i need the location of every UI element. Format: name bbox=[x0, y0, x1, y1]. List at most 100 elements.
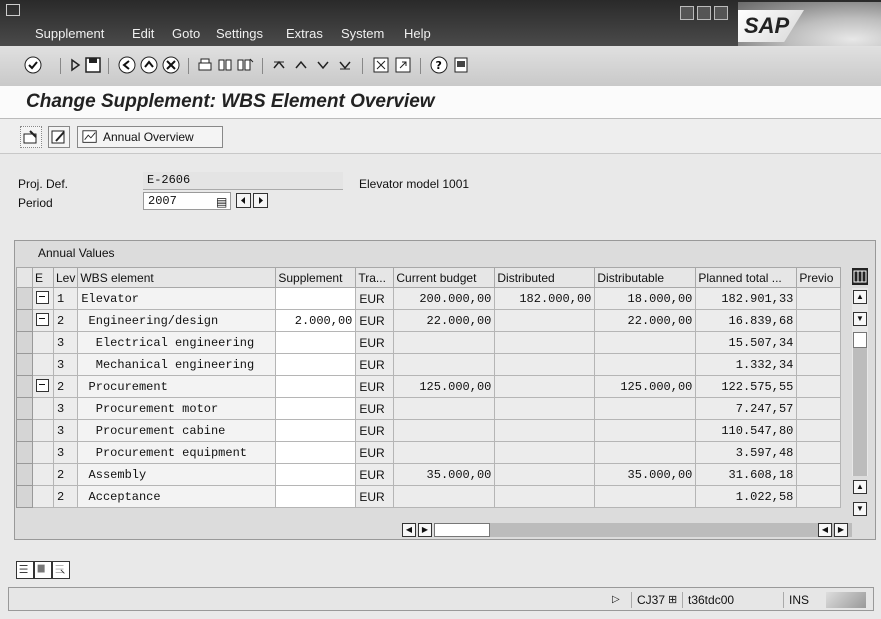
menu-help[interactable]: Help bbox=[404, 26, 431, 41]
cancel-icon[interactable] bbox=[162, 56, 180, 74]
supplement-input[interactable] bbox=[275, 463, 357, 486]
table-row[interactable]: 2 Engineering/design 2.000,00 EUR 22.000,00… bbox=[16, 309, 842, 332]
last-page-icon[interactable] bbox=[336, 56, 354, 74]
collapse-node-icon[interactable] bbox=[36, 312, 49, 326]
col-scroll-left-icon[interactable]: ◀ bbox=[818, 523, 832, 537]
table-row[interactable]: 3 Mechanical engineering EUR 1.332,34 bbox=[16, 353, 842, 376]
row-selector[interactable] bbox=[16, 287, 33, 310]
enter-check-icon[interactable] bbox=[24, 56, 42, 74]
table-row[interactable]: 2 Procurement EUR 125.000,00 125.000,00 122.… bbox=[16, 375, 842, 398]
menu-settings[interactable]: Settings bbox=[216, 26, 263, 41]
create-session-icon[interactable] bbox=[372, 56, 390, 74]
supplement-input[interactable] bbox=[275, 397, 357, 420]
deselect-all-icon[interactable] bbox=[52, 561, 70, 579]
column-header[interactable]: Tra... bbox=[355, 267, 395, 288]
menu-goto[interactable]: Goto bbox=[172, 26, 200, 41]
scroll-track[interactable] bbox=[853, 348, 867, 476]
row-selector[interactable] bbox=[16, 309, 33, 332]
exception-cell[interactable] bbox=[32, 353, 54, 376]
back-icon[interactable] bbox=[118, 56, 136, 74]
supplement-input[interactable] bbox=[275, 485, 357, 508]
select-all-header[interactable] bbox=[16, 267, 33, 288]
value-help-icon[interactable]: ▤ bbox=[216, 195, 227, 209]
row-selector[interactable] bbox=[16, 419, 33, 442]
exception-cell[interactable] bbox=[32, 441, 54, 464]
menu-system[interactable]: System bbox=[341, 26, 384, 41]
column-header[interactable]: Lev bbox=[52, 267, 79, 288]
hierarchy-icon[interactable] bbox=[32, 309, 54, 332]
hierarchy-icon[interactable] bbox=[32, 287, 54, 310]
help-icon[interactable]: ? bbox=[430, 56, 448, 74]
table-row[interactable]: 2 Acceptance EUR 1.022,58 bbox=[16, 485, 842, 508]
row-selector[interactable] bbox=[16, 463, 33, 486]
menu-extras[interactable]: Extras bbox=[286, 26, 323, 41]
exception-cell[interactable] bbox=[32, 331, 54, 354]
table-row[interactable]: 2 Assembly EUR 35.000,00 35.000,00 31.608,18 bbox=[16, 463, 842, 486]
vertical-scrollbar[interactable]: ▲ ▼ bbox=[852, 288, 868, 476]
column-header[interactable]: E bbox=[32, 267, 54, 288]
horizontal-scrollbar[interactable]: ◀ ▶ bbox=[402, 522, 852, 538]
display-change-button[interactable] bbox=[20, 126, 42, 148]
scroll-page-down-icon[interactable]: ▼ bbox=[853, 502, 867, 516]
table-settings-icon[interactable] bbox=[852, 268, 868, 285]
supplement-input[interactable] bbox=[275, 287, 357, 310]
system-menu-icon[interactable] bbox=[6, 4, 20, 16]
session-list-icon[interactable]: ⊞ bbox=[668, 592, 677, 608]
select-block-icon[interactable] bbox=[34, 561, 52, 579]
scroll-thumb[interactable] bbox=[853, 332, 867, 348]
scroll-right-icon[interactable]: ▶ bbox=[418, 523, 432, 537]
column-header[interactable]: Distributed bbox=[494, 267, 596, 288]
layout-menu-icon[interactable] bbox=[452, 56, 470, 74]
column-header[interactable]: Supplement bbox=[275, 267, 357, 288]
exception-cell[interactable] bbox=[32, 463, 54, 486]
shortcut-icon[interactable] bbox=[394, 56, 412, 74]
row-selector[interactable] bbox=[16, 375, 33, 398]
row-selector[interactable] bbox=[16, 441, 33, 464]
column-header[interactable]: WBS element bbox=[77, 267, 277, 288]
scroll-up-icon[interactable]: ▲ bbox=[853, 290, 867, 304]
maximize-icon[interactable] bbox=[697, 6, 711, 20]
previous-page-icon[interactable] bbox=[292, 56, 310, 74]
column-header[interactable]: Planned total ... bbox=[695, 267, 798, 288]
find-icon[interactable] bbox=[216, 56, 234, 74]
resize-grip[interactable] bbox=[826, 592, 866, 608]
minimize-icon[interactable] bbox=[680, 6, 694, 20]
row-selector[interactable] bbox=[16, 485, 33, 508]
supplement-input[interactable] bbox=[275, 331, 357, 354]
supplement-input[interactable] bbox=[275, 419, 357, 442]
h-scroll-thumb[interactable] bbox=[434, 523, 490, 537]
edit-button[interactable] bbox=[48, 126, 70, 148]
exception-cell[interactable] bbox=[32, 397, 54, 420]
exception-cell[interactable] bbox=[32, 485, 54, 508]
close-icon[interactable] bbox=[714, 6, 728, 20]
row-selector[interactable] bbox=[16, 353, 33, 376]
table-row[interactable]: 1 Elevator EUR 200.000,00 182.000,00 18.000,0… bbox=[16, 287, 842, 310]
next-page-icon[interactable] bbox=[314, 56, 332, 74]
row-selector[interactable] bbox=[16, 397, 33, 420]
row-selector[interactable] bbox=[16, 331, 33, 354]
table-row[interactable]: 3 Procurement equipment EUR 3.597,48 bbox=[16, 441, 842, 464]
find-next-icon[interactable] bbox=[236, 56, 254, 74]
table-row[interactable]: 3 Electrical engineering EUR 15.507,34 bbox=[16, 331, 842, 354]
supplement-input[interactable] bbox=[275, 375, 357, 398]
period-previous-button[interactable] bbox=[236, 193, 251, 208]
column-header[interactable]: Current budget bbox=[393, 267, 496, 288]
h-scroll-track[interactable] bbox=[490, 523, 852, 537]
scroll-left-icon[interactable]: ◀ bbox=[402, 523, 416, 537]
scroll-down-icon[interactable]: ▼ bbox=[853, 312, 867, 326]
select-all-icon[interactable] bbox=[16, 561, 34, 579]
menu-edit[interactable]: Edit bbox=[132, 26, 154, 41]
scroll-page-up-icon[interactable]: ▲ bbox=[853, 480, 867, 494]
exception-cell[interactable] bbox=[32, 419, 54, 442]
supplement-input[interactable] bbox=[275, 353, 357, 376]
supplement-input[interactable] bbox=[275, 441, 357, 464]
column-header[interactable]: Previo bbox=[796, 267, 842, 288]
table-row[interactable]: 3 Procurement motor EUR 7.247,57 bbox=[16, 397, 842, 420]
first-page-icon[interactable] bbox=[270, 56, 288, 74]
exit-icon[interactable] bbox=[140, 56, 158, 74]
annual-overview-button[interactable]: Annual Overview bbox=[77, 126, 223, 148]
supplement-input[interactable]: 2.000,00 bbox=[275, 309, 357, 332]
print-icon[interactable] bbox=[196, 56, 214, 74]
collapse-node-icon[interactable] bbox=[36, 290, 49, 304]
column-header[interactable]: Distributable bbox=[594, 267, 697, 288]
